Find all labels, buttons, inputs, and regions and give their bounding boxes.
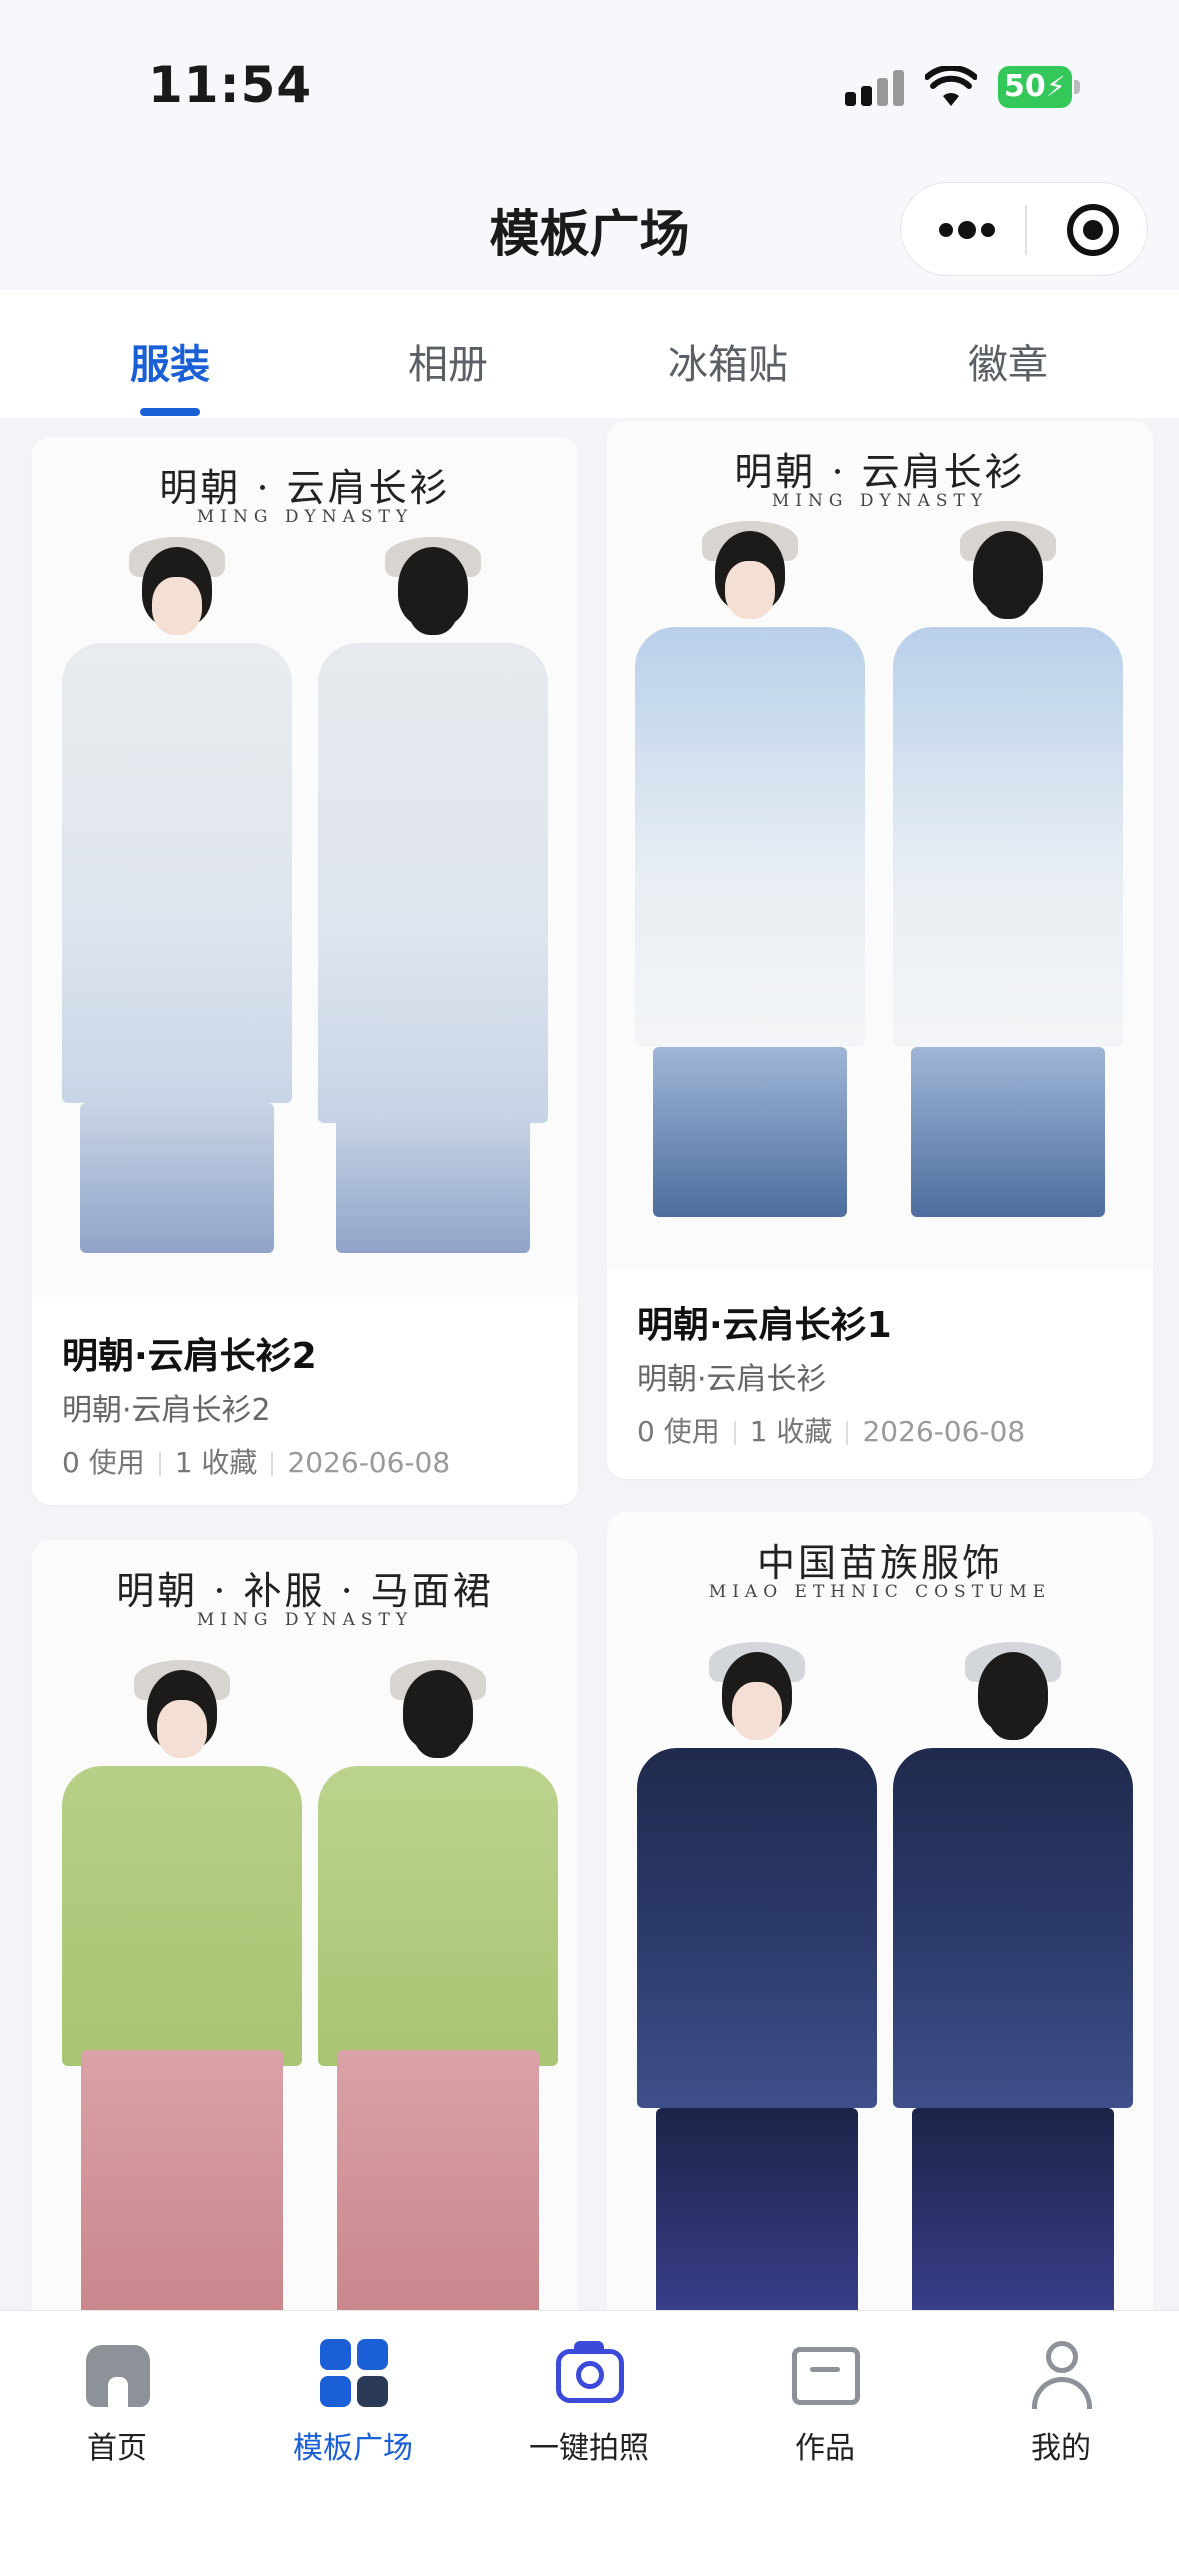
tabbar-profile[interactable]: 我的 (961, 2327, 1161, 2477)
card-meta: 0 使用 1 收藏 2026-06-08 (637, 1410, 1025, 1450)
nav-bar: 模板广场 (0, 150, 1179, 290)
tabbar-label: 模板广场 (293, 2431, 413, 2466)
status-bar: 11:54 50 ⚡ (0, 0, 1179, 150)
poster-title: 明朝 · 补服 · 马面裙 (116, 1569, 494, 1613)
grid-icon (318, 2337, 390, 2409)
card-title: 明朝·云肩长衫1 (637, 1305, 892, 1346)
favorite-count: 1 收藏 (174, 1446, 258, 1479)
tab-badge[interactable]: 徽章 (908, 332, 1108, 390)
poster-subtitle: MING DYNASTY (196, 1610, 414, 1630)
template-card[interactable]: 明朝 · 云肩长衫 MING DYNASTY 明朝·云肩长衫1 明朝·云肩长衫 … (607, 421, 1153, 1479)
card-subtitle: 明朝·云肩长衫 (637, 1362, 827, 1397)
tab-album[interactable]: 相册 (348, 332, 548, 390)
template-card[interactable]: 中国苗族服饰 MIAO ETHNIC COSTUME (607, 1512, 1153, 2440)
card-date: 2026-06-08 (287, 1446, 451, 1479)
tabbar-label: 作品 (795, 2431, 855, 2466)
card-subtitle: 明朝·云肩长衫2 (62, 1393, 271, 1428)
template-image: 明朝 · 云肩长衫 MING DYNASTY (607, 421, 1153, 1269)
camera-icon (554, 2337, 626, 2409)
poster-title: 中国苗族服饰 (756, 1541, 1003, 1585)
status-time: 11:54 (148, 56, 313, 114)
tabbar-home[interactable]: 首页 (17, 2327, 217, 2477)
poster-title: 明朝 · 云肩长衫 (734, 450, 1026, 494)
template-card[interactable]: 明朝 · 云肩长衫 MING DYNASTY 明朝·云肩长衫2 明朝·云肩长衫2… (32, 437, 578, 1505)
template-image: 中国苗族服饰 MIAO ETHNIC COSTUME (607, 1512, 1153, 2440)
folder-icon (790, 2337, 862, 2409)
battery-level: 50 (1004, 69, 1046, 104)
poster-subtitle: MING DYNASTY (771, 491, 989, 511)
cellular-signal-icon (845, 70, 905, 106)
model-front-figure (62, 537, 292, 1287)
tab-clothing[interactable]: 服装 (70, 332, 270, 390)
template-image: 明朝 · 补服 · 马面裙 MING DYNASTY (32, 1540, 578, 2440)
favorite-count: 1 收藏 (749, 1415, 833, 1448)
tabbar-works[interactable]: 作品 (725, 2327, 925, 2477)
poster-subtitle: MIAO ETHNIC COSTUME (708, 1582, 1052, 1602)
card-title: 明朝·云肩长衫2 (62, 1336, 317, 1377)
card-date: 2026-06-08 (862, 1415, 1026, 1448)
battery-icon: 50 ⚡ (998, 66, 1080, 108)
template-card[interactable]: 明朝 · 补服 · 马面裙 MING DYNASTY (32, 1540, 578, 2440)
category-tabs: 服装 相册 冰箱贴 徽章 (0, 290, 1179, 418)
use-count: 0 使用 (62, 1446, 145, 1479)
use-count: 0 使用 (637, 1415, 720, 1448)
more-options-button[interactable] (901, 183, 1025, 277)
tabbar-label: 我的 (1031, 2431, 1091, 2466)
model-back-figure (893, 521, 1123, 1261)
tabbar-camera[interactable]: 一键拍照 (489, 2327, 689, 2477)
tabbar-template-square[interactable]: 模板广场 (253, 2327, 453, 2477)
tab-fridge-magnet[interactable]: 冰箱贴 (628, 332, 828, 390)
template-image: 明朝 · 云肩长衫 MING DYNASTY (32, 437, 578, 1297)
card-meta: 0 使用 1 收藏 2026-06-08 (62, 1441, 450, 1481)
bottom-tab-bar: 首页 模板广场 一键拍照 作品 我的 (0, 2310, 1179, 2556)
poster-subtitle: MING DYNASTY (196, 507, 414, 527)
capsule-divider (1025, 205, 1027, 255)
model-back-figure (318, 537, 548, 1287)
app-root: 11:54 50 ⚡ 模板广场 服装 相册 冰箱贴 徽章 明朝 · 云肩长衫 M… (0, 0, 1179, 2556)
user-icon (1026, 2337, 1098, 2409)
active-tab-indicator (140, 408, 200, 416)
model-front-figure (635, 521, 865, 1261)
miniprogram-capsule (900, 182, 1148, 276)
wifi-icon (925, 66, 977, 106)
tabbar-label: 一键拍照 (529, 2431, 649, 2466)
poster-title: 明朝 · 云肩长衫 (159, 466, 451, 510)
charging-bolt-icon: ⚡ (1046, 70, 1066, 103)
home-icon (82, 2337, 154, 2409)
tabbar-label: 首页 (87, 2431, 147, 2466)
close-miniprogram-button[interactable] (1067, 204, 1119, 256)
